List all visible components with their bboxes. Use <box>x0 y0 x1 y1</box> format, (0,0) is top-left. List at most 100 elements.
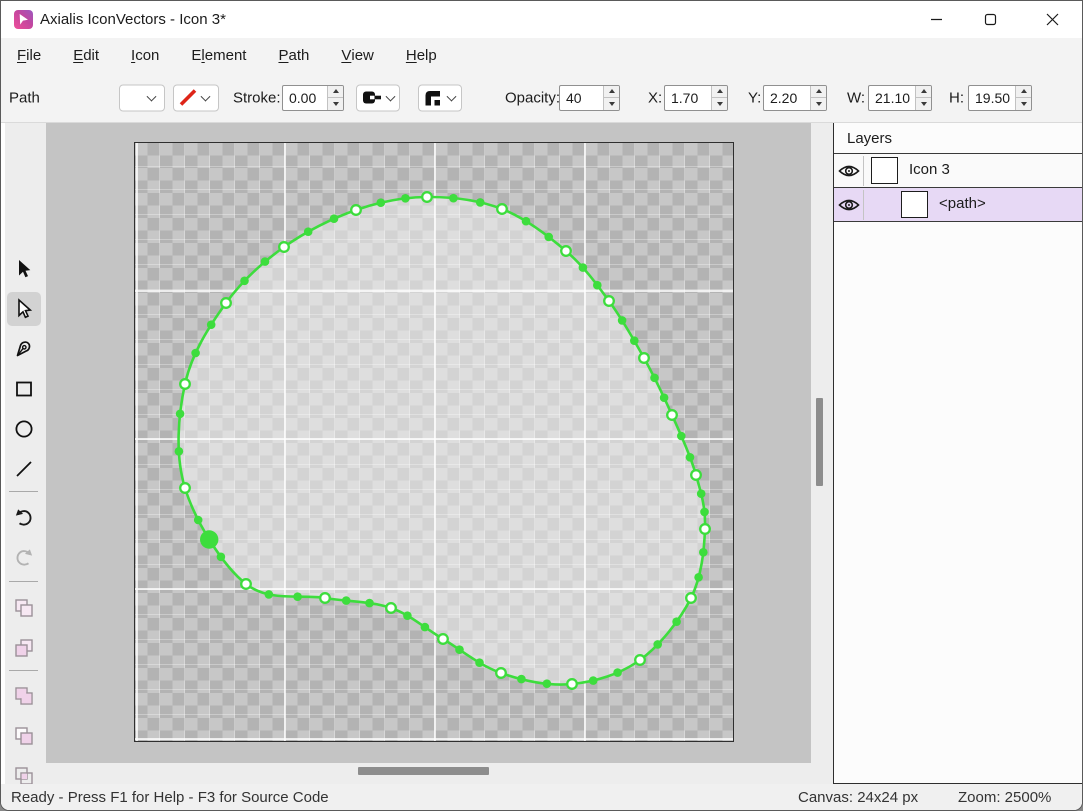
spin-up-button[interactable] <box>604 86 619 99</box>
control-point[interactable] <box>630 336 639 345</box>
anchor-point[interactable] <box>496 668 506 678</box>
direct-select-tool[interactable] <box>7 292 41 326</box>
control-point[interactable] <box>207 320 216 329</box>
rectangle-tool[interactable] <box>7 372 41 406</box>
control-point[interactable] <box>544 233 553 242</box>
anchor-point[interactable] <box>497 204 507 214</box>
control-point[interactable] <box>593 281 602 290</box>
pen-tool[interactable] <box>7 332 41 366</box>
h-spinner[interactable]: 19.50 <box>968 85 1032 111</box>
horizontal-scrollbar-thumb[interactable] <box>358 767 489 775</box>
control-point[interactable] <box>476 198 485 207</box>
layer-thumbnail[interactable] <box>901 191 928 218</box>
anchor-point[interactable] <box>561 246 571 256</box>
maximize-button[interactable] <box>967 1 1013 37</box>
opacity-spinner[interactable]: 40 <box>559 85 620 111</box>
control-point[interactable] <box>699 548 708 557</box>
menu-path[interactable]: Path <box>262 38 325 73</box>
stroke-color-dropdown[interactable] <box>173 84 219 111</box>
layer-thumbnail[interactable] <box>871 157 898 184</box>
shape-op-group-button[interactable] <box>7 591 41 625</box>
anchor-point[interactable] <box>635 655 645 665</box>
control-point[interactable] <box>589 676 598 685</box>
anchor-point[interactable] <box>438 634 448 644</box>
y-value[interactable]: 2.20 <box>764 86 810 110</box>
w-value[interactable]: 21.10 <box>869 86 915 110</box>
select-tool[interactable] <box>7 252 41 286</box>
spin-up-button[interactable] <box>811 86 826 99</box>
shape-op-ungroup-button[interactable] <box>7 631 41 665</box>
control-point[interactable] <box>660 393 669 402</box>
anchor-point[interactable] <box>180 379 190 389</box>
anchor-point[interactable] <box>639 353 649 363</box>
menu-icon[interactable]: Icon <box>115 38 175 73</box>
vertical-scrollbar-thumb[interactable] <box>816 398 823 486</box>
spin-down-button[interactable] <box>712 98 727 110</box>
minimize-button[interactable] <box>913 1 959 37</box>
anchor-point[interactable] <box>351 205 361 215</box>
stroke-width-value[interactable]: 0.00 <box>283 86 327 110</box>
control-point[interactable] <box>672 617 681 626</box>
w-spinner[interactable]: 21.10 <box>868 85 932 111</box>
x-value[interactable]: 1.70 <box>665 86 711 110</box>
control-point[interactable] <box>700 508 709 517</box>
control-point[interactable] <box>265 590 274 599</box>
shape-op-subtract-button[interactable] <box>7 719 41 753</box>
anchor-point[interactable] <box>241 579 251 589</box>
menu-edit[interactable]: Edit <box>57 38 115 73</box>
control-point[interactable] <box>449 194 458 203</box>
anchor-point[interactable] <box>604 296 614 306</box>
menu-help[interactable]: Help <box>390 38 453 73</box>
menu-file[interactable]: File <box>1 38 57 73</box>
control-point[interactable] <box>191 349 200 358</box>
anchor-point[interactable] <box>279 242 289 252</box>
x-spinner[interactable]: 1.70 <box>664 85 728 111</box>
undo-button[interactable] <box>7 501 41 535</box>
control-point[interactable] <box>403 611 412 620</box>
spin-down-button[interactable] <box>1016 98 1031 110</box>
spin-up-button[interactable] <box>328 86 343 99</box>
h-value[interactable]: 19.50 <box>969 86 1015 110</box>
control-point[interactable] <box>455 645 464 654</box>
menu-view[interactable]: View <box>325 38 390 73</box>
spin-up-button[interactable] <box>916 86 931 99</box>
anchor-point[interactable] <box>700 524 710 534</box>
control-point[interactable] <box>330 214 339 223</box>
spin-down-button[interactable] <box>604 98 619 110</box>
menu-element[interactable]: Element <box>175 38 262 73</box>
shape-op-union-button[interactable] <box>7 679 41 713</box>
selected-control-point[interactable] <box>200 530 218 548</box>
ellipse-tool[interactable] <box>7 412 41 446</box>
spin-down-button[interactable] <box>916 98 931 110</box>
stroke-width-spinner[interactable]: 0.00 <box>282 85 344 111</box>
control-point[interactable] <box>686 453 695 462</box>
anchor-point[interactable] <box>221 298 231 308</box>
control-point[interactable] <box>342 596 351 605</box>
anchor-point[interactable] <box>180 483 190 493</box>
line-cap-dropdown[interactable] <box>356 84 400 111</box>
anchor-point[interactable] <box>386 603 396 613</box>
control-point[interactable] <box>543 679 552 688</box>
control-point[interactable] <box>194 516 203 525</box>
control-point[interactable] <box>304 227 313 236</box>
control-point[interactable] <box>694 573 703 582</box>
anchor-point[interactable] <box>667 410 677 420</box>
anchor-point[interactable] <box>567 679 577 689</box>
anchor-point[interactable] <box>686 593 696 603</box>
control-point[interactable] <box>650 374 659 383</box>
visibility-eye-icon[interactable] <box>838 163 860 179</box>
control-point[interactable] <box>261 257 270 266</box>
spin-up-button[interactable] <box>1016 86 1031 99</box>
control-point[interactable] <box>613 668 622 677</box>
control-point[interactable] <box>421 623 430 632</box>
control-point[interactable] <box>175 447 184 456</box>
visibility-eye-icon[interactable] <box>838 197 860 213</box>
layer-row-icon3[interactable]: Icon 3 <box>834 154 1083 188</box>
control-point[interactable] <box>677 432 686 441</box>
path-editor-svg[interactable] <box>135 143 735 743</box>
control-point[interactable] <box>240 277 249 286</box>
y-spinner[interactable]: 2.20 <box>763 85 827 111</box>
control-point[interactable] <box>293 592 302 601</box>
anchor-point[interactable] <box>320 593 330 603</box>
control-point[interactable] <box>377 198 386 207</box>
